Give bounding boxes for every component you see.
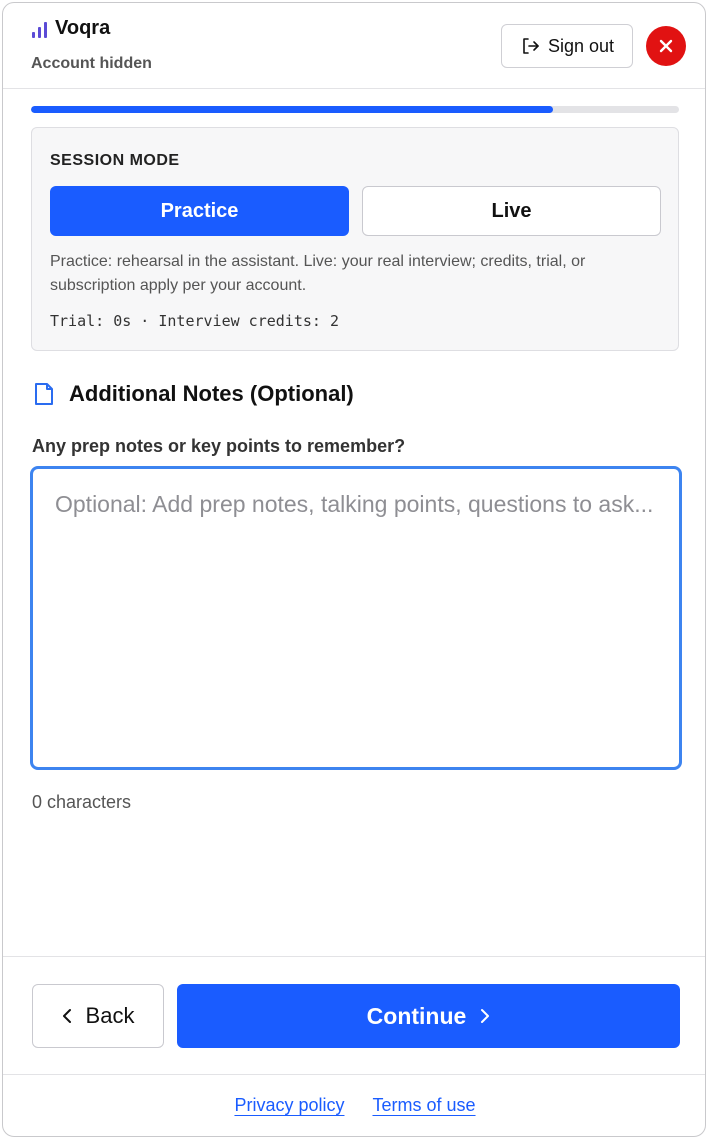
live-mode-button[interactable]: Live [362, 186, 661, 236]
footer-divider [3, 956, 705, 957]
character-count: 0 characters [32, 792, 132, 812]
terms-of-use-link[interactable]: Terms of use [372, 1095, 475, 1116]
privacy-policy-link[interactable]: Privacy policy [234, 1095, 344, 1116]
continue-button[interactable]: Continue [177, 984, 680, 1048]
brand: Voqra [31, 17, 110, 40]
progress-bar [31, 106, 679, 113]
session-mode-card: SESSION MODE Practice Live Practice: reh… [31, 127, 679, 351]
session-mode-description: Practice: rehearsal in the assistant. Li… [50, 253, 586, 294]
trial-credits-info: Trial: 0s · Interview credits: 2 [50, 312, 339, 330]
sign-out-label: Sign out [547, 35, 615, 56]
document-icon [35, 383, 53, 405]
notes-title: Additional Notes (Optional) [69, 381, 354, 406]
signal-bars-icon [31, 20, 49, 38]
sign-out-button[interactable]: Sign out [501, 24, 633, 68]
header: Voqra Account hidden Sign out [3, 3, 705, 89]
notes-textarea[interactable] [30, 466, 682, 770]
app-name: Voqra [55, 17, 111, 39]
close-icon [659, 39, 673, 53]
bottom-divider [3, 1074, 705, 1075]
chevron-left-icon [62, 1009, 71, 1023]
sign-out-icon [523, 38, 539, 54]
chevron-right-icon [481, 1009, 490, 1023]
notes-label: Any prep notes or key points to remember… [32, 436, 406, 456]
footer-links: Privacy policy Terms of use [3, 1095, 705, 1116]
account-status: Account hidden [31, 55, 152, 72]
progress-fill [31, 106, 553, 113]
close-button[interactable] [646, 26, 686, 66]
notes-header: Additional Notes (Optional) [33, 381, 354, 407]
back-label: Back [85, 1003, 135, 1028]
practice-mode-button[interactable]: Practice [50, 186, 349, 236]
continue-label: Continue [366, 1002, 467, 1029]
back-button[interactable]: Back [32, 984, 164, 1048]
session-mode-title: SESSION MODE [50, 152, 180, 169]
app-window: Voqra Account hidden Sign out SESSION MO… [2, 2, 706, 1137]
